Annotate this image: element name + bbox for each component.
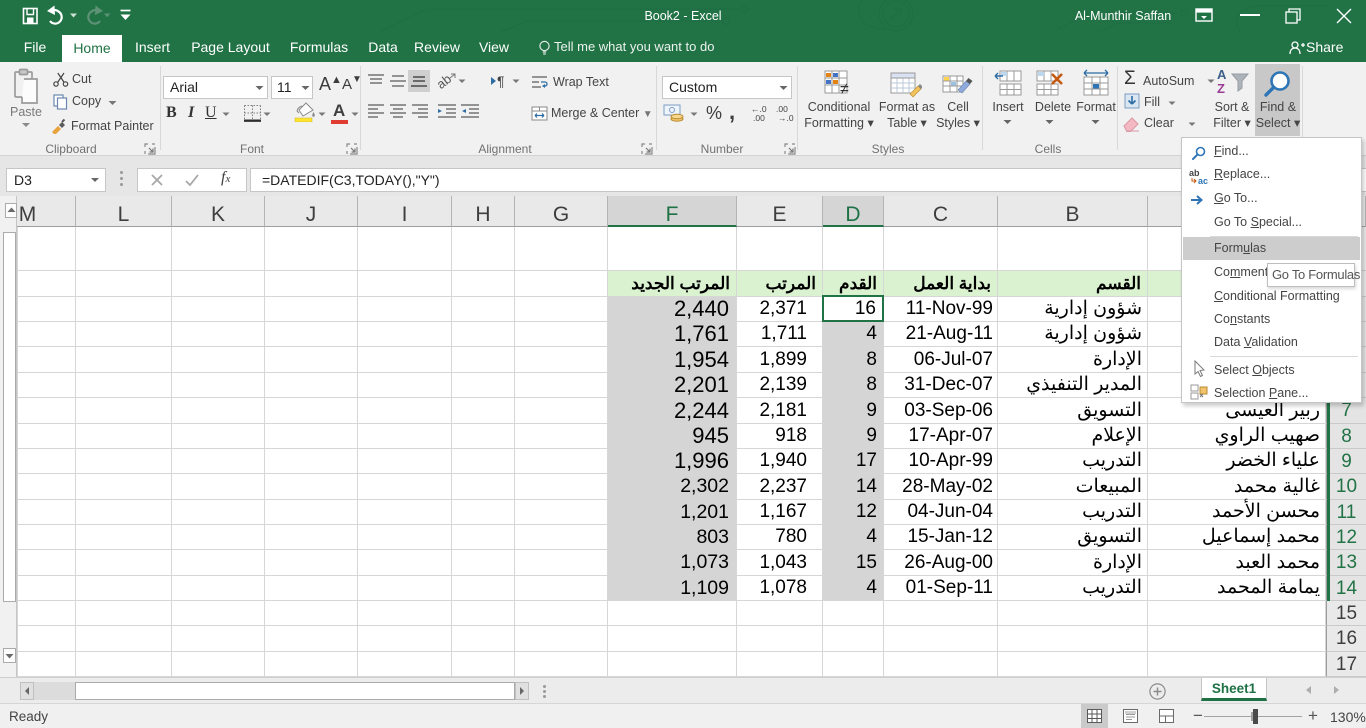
svg-text:.00: .00 — [753, 113, 765, 122]
svg-text:ab: ab — [437, 72, 454, 90]
svg-text:¶: ¶ — [497, 73, 505, 89]
svg-text:→.0: →.0 — [778, 113, 794, 122]
svg-text:≠: ≠ — [840, 81, 849, 98]
